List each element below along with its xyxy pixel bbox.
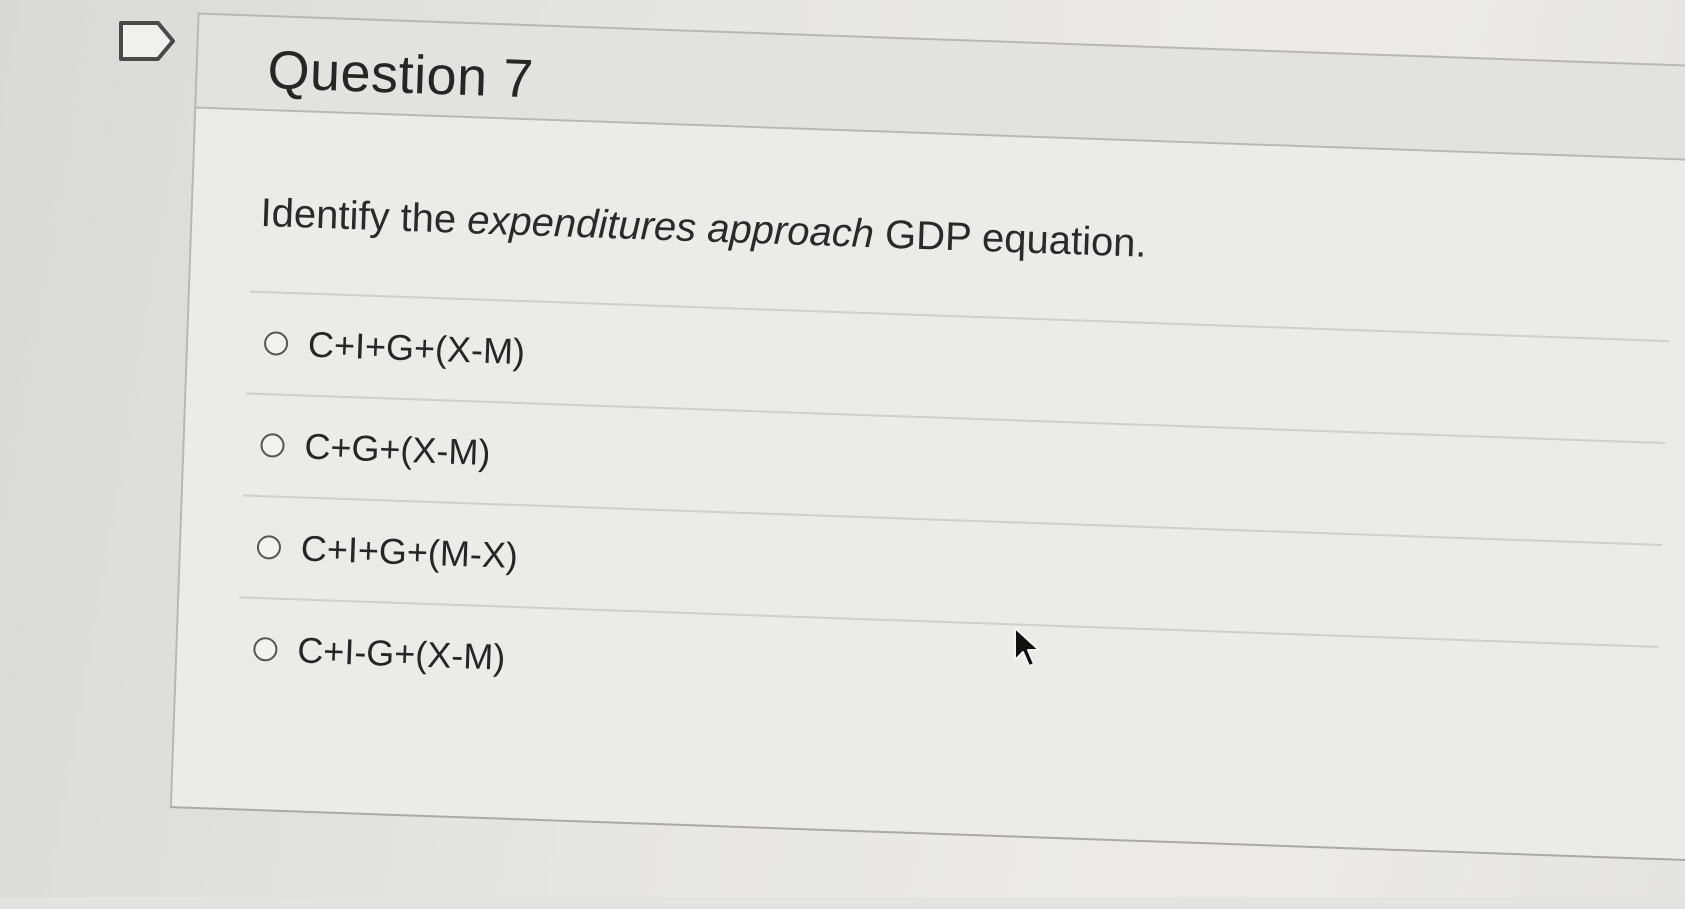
- question-title: Question 7: [266, 40, 535, 110]
- radio-button[interactable]: [260, 433, 285, 458]
- answer-label: C+I-G+(X-M): [296, 629, 506, 678]
- answer-list: C+I+G+(X-M) C+G+(X-M) C+I+G+(M-X) C+I-G+…: [236, 290, 1670, 748]
- page-background: Question 7 Identify the expenditures app…: [0, 0, 1685, 897]
- question-body: Identify the expenditures approach GDP e…: [169, 108, 1685, 862]
- radio-button[interactable]: [252, 636, 278, 662]
- flag-icon[interactable]: [118, 20, 176, 62]
- question-card: Question 7 Identify the expenditures app…: [152, 0, 1685, 909]
- radio-button[interactable]: [263, 331, 289, 356]
- radio-button[interactable]: [256, 534, 282, 560]
- prompt-text-start: Identify the: [259, 190, 469, 243]
- question-prompt: Identify the expenditures approach GDP e…: [260, 191, 1148, 267]
- prompt-text-end: GDP equation.: [873, 212, 1148, 266]
- answer-label: C+I+G+(M-X): [300, 527, 519, 577]
- prompt-emphasis: expenditures approach: [466, 198, 875, 257]
- answer-label: C+I+G+(X-M): [307, 323, 526, 373]
- cursor-arrow-icon: [1014, 627, 1040, 667]
- answer-label: C+G+(X-M): [303, 425, 492, 474]
